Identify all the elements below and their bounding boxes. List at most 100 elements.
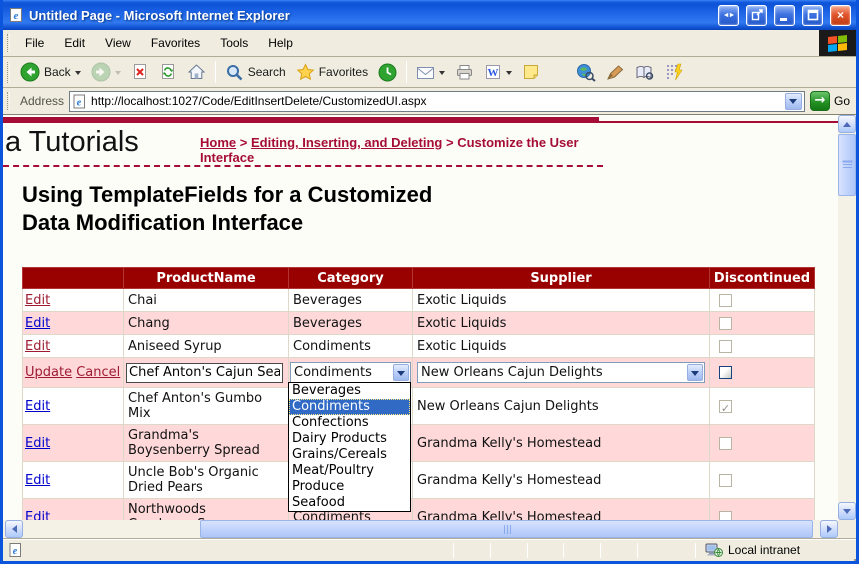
scroll-right-button[interactable] bbox=[820, 520, 838, 538]
dropdown-option[interactable]: Produce bbox=[289, 479, 410, 495]
category-select[interactable]: Condiments bbox=[290, 362, 411, 383]
vertical-scroll-thumb[interactable] bbox=[838, 134, 856, 196]
edit-link[interactable]: Edit bbox=[25, 436, 50, 451]
menu-view[interactable]: View bbox=[95, 32, 141, 54]
header-bar bbox=[3, 117, 599, 123]
pop-out-button[interactable] bbox=[746, 5, 767, 26]
browser-window: e Untitled Page - Microsoft Internet Exp… bbox=[0, 0, 859, 564]
product-name-input[interactable] bbox=[126, 363, 283, 383]
refresh-button[interactable] bbox=[154, 61, 182, 83]
window-title: Untitled Page - Microsoft Internet Explo… bbox=[29, 8, 711, 23]
edit-link[interactable]: Edit bbox=[25, 399, 50, 414]
update-link[interactable]: Update bbox=[25, 365, 72, 380]
maximize-button[interactable] bbox=[802, 5, 823, 26]
menu-help[interactable]: Help bbox=[258, 32, 303, 54]
menubar-grip[interactable] bbox=[7, 34, 10, 52]
print-button[interactable] bbox=[450, 61, 479, 83]
discontinued-checkbox bbox=[719, 511, 732, 521]
statusbar-separator bbox=[527, 543, 528, 558]
dropdown-option[interactable]: Grains/Cereals bbox=[289, 447, 410, 463]
supplier-cell: Exotic Liquids bbox=[413, 312, 710, 335]
discontinued-checkbox[interactable] bbox=[719, 366, 732, 379]
edit-link[interactable]: Edit bbox=[25, 510, 50, 521]
breadcrumb-home-link[interactable]: Home bbox=[200, 135, 236, 150]
address-label: Address bbox=[20, 94, 64, 108]
dropdown-option[interactable]: Confections bbox=[289, 415, 410, 431]
minimize-button[interactable] bbox=[774, 5, 795, 26]
menu-favorites[interactable]: Favorites bbox=[141, 32, 210, 54]
header-actions bbox=[23, 268, 124, 289]
forward-button[interactable] bbox=[86, 60, 126, 84]
dropdown-option[interactable]: Meat/Poultry bbox=[289, 463, 410, 479]
edit-link[interactable]: Edit bbox=[25, 293, 50, 308]
highlighter-button[interactable] bbox=[601, 62, 630, 83]
discontinued-cell bbox=[710, 425, 815, 462]
dropdown-option[interactable]: Seafood bbox=[289, 495, 410, 511]
security-zone-label: Local intranet bbox=[728, 543, 800, 557]
resize-grip[interactable] bbox=[850, 555, 853, 558]
search-button[interactable]: Search bbox=[220, 61, 291, 84]
menu-tools[interactable]: Tools bbox=[210, 32, 258, 54]
globe-search-icon bbox=[576, 63, 596, 82]
supplier-select-arrow[interactable] bbox=[687, 364, 703, 381]
statusbar-separator bbox=[600, 543, 601, 558]
history-button[interactable] bbox=[373, 61, 402, 84]
vertical-scrollbar[interactable] bbox=[838, 115, 856, 520]
table-row: Edit Chang Beverages Exotic Liquids bbox=[23, 312, 815, 335]
edit-link[interactable]: Edit bbox=[25, 316, 50, 331]
local-intranet-icon bbox=[705, 542, 723, 558]
horizontal-scrollbar[interactable] bbox=[3, 520, 838, 538]
book-search-icon bbox=[635, 64, 655, 81]
dropdown-option[interactable]: Beverages bbox=[289, 383, 410, 399]
window-arrows-button[interactable]: ◄► bbox=[718, 5, 739, 26]
edit-with-word-button[interactable]: W bbox=[479, 61, 517, 83]
breadcrumb-section-link[interactable]: Editing, Inserting, and Deleting bbox=[251, 135, 442, 150]
status-page-icon: e bbox=[8, 542, 23, 558]
stop-button[interactable] bbox=[126, 61, 154, 83]
grid-tool-button[interactable] bbox=[660, 61, 689, 83]
address-dropdown-button[interactable] bbox=[785, 93, 802, 110]
home-button[interactable] bbox=[182, 61, 211, 83]
discontinued-checkbox bbox=[719, 294, 732, 307]
supplier-select[interactable]: New Orleans Cajun Delights bbox=[417, 362, 705, 383]
maximize-icon bbox=[807, 9, 819, 21]
mail-button[interactable] bbox=[411, 63, 450, 82]
grid-bolt-icon bbox=[665, 63, 684, 81]
stop-icon bbox=[131, 63, 149, 81]
table-row: Edit Grandma's Boysenberry Spread Grandm… bbox=[23, 425, 815, 462]
scroll-down-button[interactable] bbox=[838, 502, 856, 520]
table-row: Edit Aniseed Syrup Condiments Exotic Liq… bbox=[23, 335, 815, 358]
product-cell: Grandma's Boysenberry Spread bbox=[124, 425, 289, 462]
toolbar-grip[interactable] bbox=[7, 62, 10, 83]
edit-link[interactable]: Edit bbox=[25, 339, 50, 354]
header-product: ProductName bbox=[124, 268, 289, 289]
addressbar-grip[interactable] bbox=[7, 92, 10, 110]
scroll-left-button[interactable] bbox=[5, 520, 23, 538]
back-dropdown-arrow[interactable] bbox=[75, 71, 81, 78]
go-button[interactable]: → Go bbox=[810, 91, 850, 111]
product-cell: Northwoods Cranberry Sauce bbox=[124, 499, 289, 521]
edit-dropdown-arrow[interactable] bbox=[506, 71, 512, 78]
svg-text:e: e bbox=[13, 546, 18, 557]
dropdown-option[interactable]: Dairy Products bbox=[289, 431, 410, 447]
globe-search-button[interactable] bbox=[571, 61, 601, 84]
address-url[interactable]: http://localhost:1027/Code/EditInsertDel… bbox=[91, 94, 781, 108]
cancel-link[interactable]: Cancel bbox=[76, 365, 120, 380]
horizontal-scroll-thumb[interactable] bbox=[200, 520, 813, 538]
scroll-up-button[interactable] bbox=[838, 115, 856, 133]
forward-dropdown-arrow bbox=[115, 71, 121, 78]
category-select-arrow[interactable] bbox=[393, 364, 409, 381]
menu-file[interactable]: File bbox=[15, 32, 54, 54]
menu-edit[interactable]: Edit bbox=[54, 32, 95, 54]
mail-dropdown-arrow[interactable] bbox=[439, 71, 445, 78]
close-button[interactable]: × bbox=[830, 5, 851, 26]
back-button[interactable]: Back bbox=[15, 60, 86, 84]
research-button[interactable] bbox=[630, 62, 660, 83]
discontinued-cell bbox=[710, 289, 815, 312]
favorites-button[interactable]: Favorites bbox=[291, 61, 373, 83]
edit-link[interactable]: Edit bbox=[25, 473, 50, 488]
sticky-note-button[interactable] bbox=[517, 61, 545, 83]
address-input[interactable]: e http://localhost:1027/Code/EditInsertD… bbox=[69, 91, 805, 112]
statusbar-separator bbox=[637, 543, 638, 558]
dropdown-option-selected[interactable]: Condiments bbox=[289, 399, 410, 415]
